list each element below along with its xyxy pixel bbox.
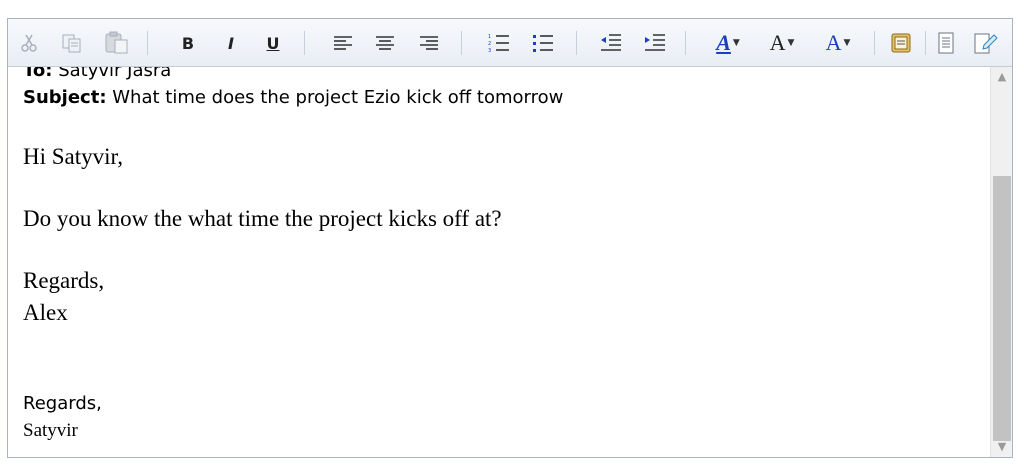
greeting-text: Hi Satyvir, <box>23 144 124 169</box>
paste-button[interactable] <box>102 27 132 59</box>
bullet-list-icon <box>533 35 553 52</box>
font-color-button[interactable]: A ▼ <box>818 27 858 59</box>
bold-icon: B <box>181 33 195 53</box>
cut-icon <box>21 34 37 52</box>
cut-button[interactable] <box>18 27 40 59</box>
subject-line: Subject: What time does the project Ezio… <box>23 87 563 108</box>
numbered-list-button[interactable]: 123 <box>485 27 513 59</box>
font-color-icon: A <box>825 30 842 55</box>
image-icon <box>891 33 911 53</box>
edit-document-button[interactable] <box>970 27 1000 59</box>
numbered-list-icon: 123 <box>488 34 509 53</box>
bold-button[interactable]: B <box>176 27 200 59</box>
chevron-down-icon: ▼ <box>787 38 795 48</box>
scroll-down-icon[interactable]: ▼ <box>991 439 1013 455</box>
bullet-list-button[interactable] <box>529 27 557 59</box>
signature-name: Satyvir <box>23 420 78 441</box>
sender-name: Alex <box>23 300 68 325</box>
svg-text:2: 2 <box>488 41 491 47</box>
signature-closing: Regards, <box>23 393 102 414</box>
closing-text: Regards, <box>23 268 105 293</box>
align-center-button[interactable] <box>372 27 398 59</box>
scroll-up-icon[interactable]: ▲ <box>991 69 1013 85</box>
toolbar-separator <box>685 31 686 55</box>
svg-text:3: 3 <box>488 48 491 53</box>
scrollbar-thumb[interactable] <box>993 176 1011 441</box>
formatting-toolbar: B I U 123 A ▼ A ▼ A ▼ <box>8 19 1012 67</box>
chevron-down-icon: ▼ <box>843 38 851 48</box>
chevron-down-icon: ▼ <box>732 38 740 48</box>
subject-label: Subject: <box>23 87 107 108</box>
to-line: To: Satyvir Jasra <box>23 67 171 81</box>
vertical-scrollbar[interactable]: ▲ ▼ <box>990 67 1012 457</box>
to-value: Satyvir Jasra <box>58 67 172 81</box>
question-text: Do you know the what time the project ki… <box>23 206 502 231</box>
insert-image-button[interactable] <box>888 27 914 59</box>
font-size-icon: A <box>769 30 786 55</box>
paste-icon <box>105 31 128 54</box>
highlight-color-button[interactable]: A ▼ <box>708 27 748 59</box>
edit-document-icon <box>974 33 998 54</box>
italic-icon: I <box>228 33 234 53</box>
italic-button[interactable]: I <box>219 27 243 59</box>
decrease-indent-icon <box>601 34 621 51</box>
subject-value: What time does the project Ezio kick off… <box>112 87 564 108</box>
copy-icon <box>62 34 81 53</box>
align-left-button[interactable] <box>330 27 356 59</box>
toolbar-separator <box>461 31 462 55</box>
toolbar-separator <box>576 31 577 55</box>
document-icon <box>938 32 954 54</box>
increase-indent-button[interactable] <box>641 27 669 59</box>
align-right-button[interactable] <box>416 27 442 59</box>
toolbar-separator <box>304 31 305 55</box>
email-body[interactable]: To: Satyvir Jasra Subject: What time doe… <box>8 67 988 457</box>
align-left-icon <box>334 36 352 50</box>
toolbar-separator <box>874 31 875 55</box>
svg-text:1: 1 <box>488 34 491 40</box>
copy-button[interactable] <box>58 27 86 59</box>
align-center-icon <box>376 36 394 50</box>
underline-icon: U <box>266 33 280 53</box>
align-right-icon <box>420 36 438 50</box>
toolbar-separator <box>925 31 926 55</box>
email-editor: B I U 123 A ▼ A ▼ A ▼ To: Satyvir Jasra … <box>7 18 1013 458</box>
to-label: To: <box>23 67 53 81</box>
font-size-button[interactable]: A ▼ <box>762 27 802 59</box>
document-button[interactable] <box>933 27 959 59</box>
increase-indent-icon <box>645 34 665 51</box>
underline-button[interactable]: U <box>261 27 285 59</box>
highlight-color-icon: A <box>716 30 731 55</box>
toolbar-separator <box>147 31 148 55</box>
decrease-indent-button[interactable] <box>597 27 625 59</box>
